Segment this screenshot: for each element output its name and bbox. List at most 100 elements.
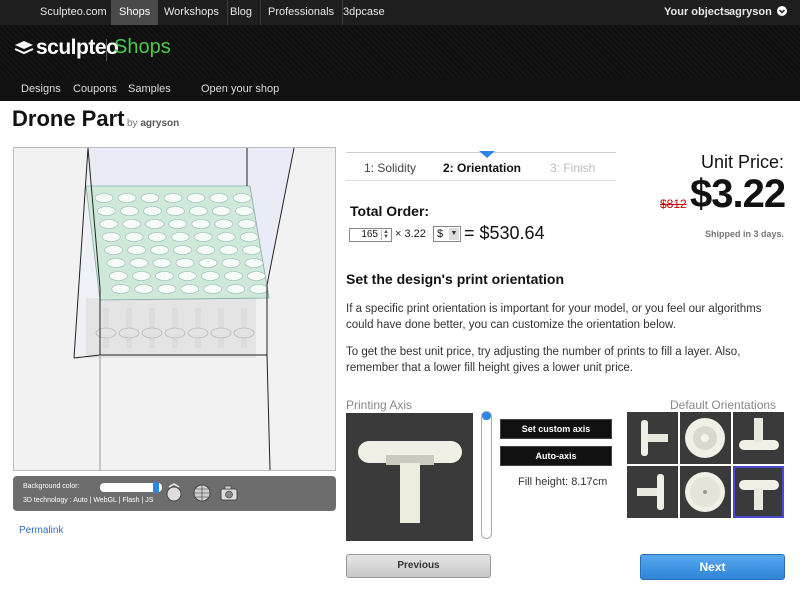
printing-axis-preview[interactable] — [346, 413, 473, 541]
orientation-option[interactable] — [680, 412, 731, 464]
model-knob — [145, 219, 165, 229]
subnav-designs[interactable]: Designs — [21, 83, 61, 95]
page-title: Drone Part — [12, 106, 125, 131]
rotate-view-icon[interactable] — [163, 482, 185, 504]
model-knob — [101, 232, 121, 242]
total-order-label: Total Order: — [350, 203, 430, 219]
background-slider-thumb[interactable] — [153, 482, 159, 493]
model-knob — [163, 193, 183, 203]
model-knob — [147, 232, 167, 242]
technology-selector[interactable]: 3D technology : Auto | WebGL | Flash | J… — [23, 497, 153, 504]
dropdown-arrow-icon[interactable]: ▼ — [449, 228, 459, 240]
model-fin — [141, 327, 163, 339]
topnav-professionals-link[interactable]: Professionals — [260, 0, 344, 25]
auto-axis-button[interactable]: Auto-axis — [500, 446, 612, 466]
topnav-sculpteo-link[interactable]: Sculpteo.com — [32, 0, 116, 25]
quantity-stepper[interactable]: 165 ▲ ▼ — [349, 228, 392, 242]
fill-height: Fill height: 8.17cm — [518, 476, 608, 488]
orientation-top-icon — [685, 418, 725, 458]
subnav-coupons[interactable]: Coupons — [73, 83, 117, 95]
currency-select[interactable]: $ ▼ — [433, 226, 461, 242]
old-price: $812 — [660, 197, 687, 211]
background-color-slider[interactable] — [100, 482, 162, 493]
author-byline: by agryson — [127, 118, 179, 129]
model-knob — [155, 271, 174, 281]
model-knob — [242, 245, 261, 255]
model-knob — [117, 193, 137, 203]
model-knob — [109, 271, 128, 281]
model-knob — [201, 271, 220, 281]
next-button[interactable]: Next — [640, 554, 785, 580]
model-knob — [134, 284, 154, 294]
t-part-preview — [358, 441, 462, 523]
model-knob — [186, 193, 206, 203]
orientation-option-selected[interactable] — [733, 466, 784, 518]
model-knob — [94, 193, 114, 203]
model-knob — [235, 206, 254, 216]
model-knob — [175, 258, 195, 268]
orientation-side-alt-icon — [637, 474, 664, 510]
default-orientations-label: Default Orientations — [670, 398, 777, 412]
times-unit-price: × 3.22 — [395, 228, 426, 240]
quantity-value: 165 — [361, 229, 378, 240]
axis-rotation-slider[interactable] — [481, 411, 492, 539]
orientation-option[interactable] — [627, 412, 678, 464]
model-render — [73, 148, 295, 470]
model-fin — [118, 327, 140, 339]
current-step-indicator — [479, 151, 495, 158]
model-fin — [95, 327, 117, 339]
step-finish: 3: Finish — [550, 161, 596, 175]
user-menu[interactable]: agryson — [721, 0, 795, 25]
model-knob — [214, 219, 234, 229]
model-knob — [198, 258, 218, 268]
model-knob — [221, 258, 241, 268]
topnav-blog-link[interactable]: Blog — [222, 0, 262, 25]
byline-prefix: by — [127, 118, 138, 129]
wireframe-sphere-icon[interactable] — [191, 482, 213, 504]
topnav-shops-link[interactable]: Shops — [111, 0, 159, 25]
axis-slider-thumb[interactable] — [482, 412, 491, 420]
model-knob — [232, 193, 252, 203]
background-color-label: Background color: — [23, 483, 80, 490]
model-knob — [180, 284, 200, 294]
model-knob — [237, 219, 257, 229]
model-knob — [152, 258, 172, 268]
model-knob — [212, 206, 231, 216]
section-name[interactable]: Shops — [114, 36, 171, 59]
model-fin — [164, 327, 186, 339]
model-knob — [191, 219, 211, 229]
model-knob — [226, 284, 246, 294]
orientation-option[interactable] — [627, 466, 678, 518]
model-knob — [196, 245, 215, 255]
shipping-info: Shipped in 3 days. — [705, 229, 785, 239]
model-knob — [120, 206, 139, 216]
model-viewer[interactable] — [13, 147, 336, 471]
model-knob — [170, 232, 190, 242]
step-solidity[interactable]: 1: Solidity — [364, 161, 416, 175]
model-knob — [99, 219, 119, 229]
model-knob — [193, 232, 213, 242]
permalink[interactable]: Permalink — [19, 525, 63, 536]
previous-button[interactable]: Previous — [346, 554, 491, 578]
model-knob — [127, 245, 146, 255]
step-orientation[interactable]: 2: Orientation — [443, 161, 521, 175]
model-knob — [224, 271, 243, 281]
author-link[interactable]: agryson — [140, 118, 179, 129]
technology-options[interactable]: Auto | WebGL | Flash | JS — [73, 497, 153, 504]
model-knob — [104, 245, 123, 255]
topnav-workshops-link[interactable]: Workshops — [156, 0, 228, 25]
topnav-3dpcase-link[interactable]: 3dpcase — [335, 0, 393, 25]
screenshot-camera-icon[interactable] — [218, 482, 240, 504]
model-knob — [97, 206, 116, 216]
subnav-open-shop[interactable]: Open your shop — [201, 83, 279, 95]
currency-value: $ — [437, 228, 444, 240]
quantity-spin-icon[interactable]: ▲ ▼ — [381, 229, 390, 240]
model-knob — [132, 271, 151, 281]
orientation-option[interactable] — [680, 466, 731, 518]
subnav-samples[interactable]: Samples — [128, 83, 171, 95]
sculpteo-logo-icon[interactable] — [14, 40, 34, 56]
orientation-option[interactable] — [733, 412, 784, 464]
orientation-flipped-icon — [739, 418, 779, 450]
set-custom-axis-button[interactable]: Set custom axis — [500, 419, 612, 439]
model-fin — [187, 327, 209, 339]
